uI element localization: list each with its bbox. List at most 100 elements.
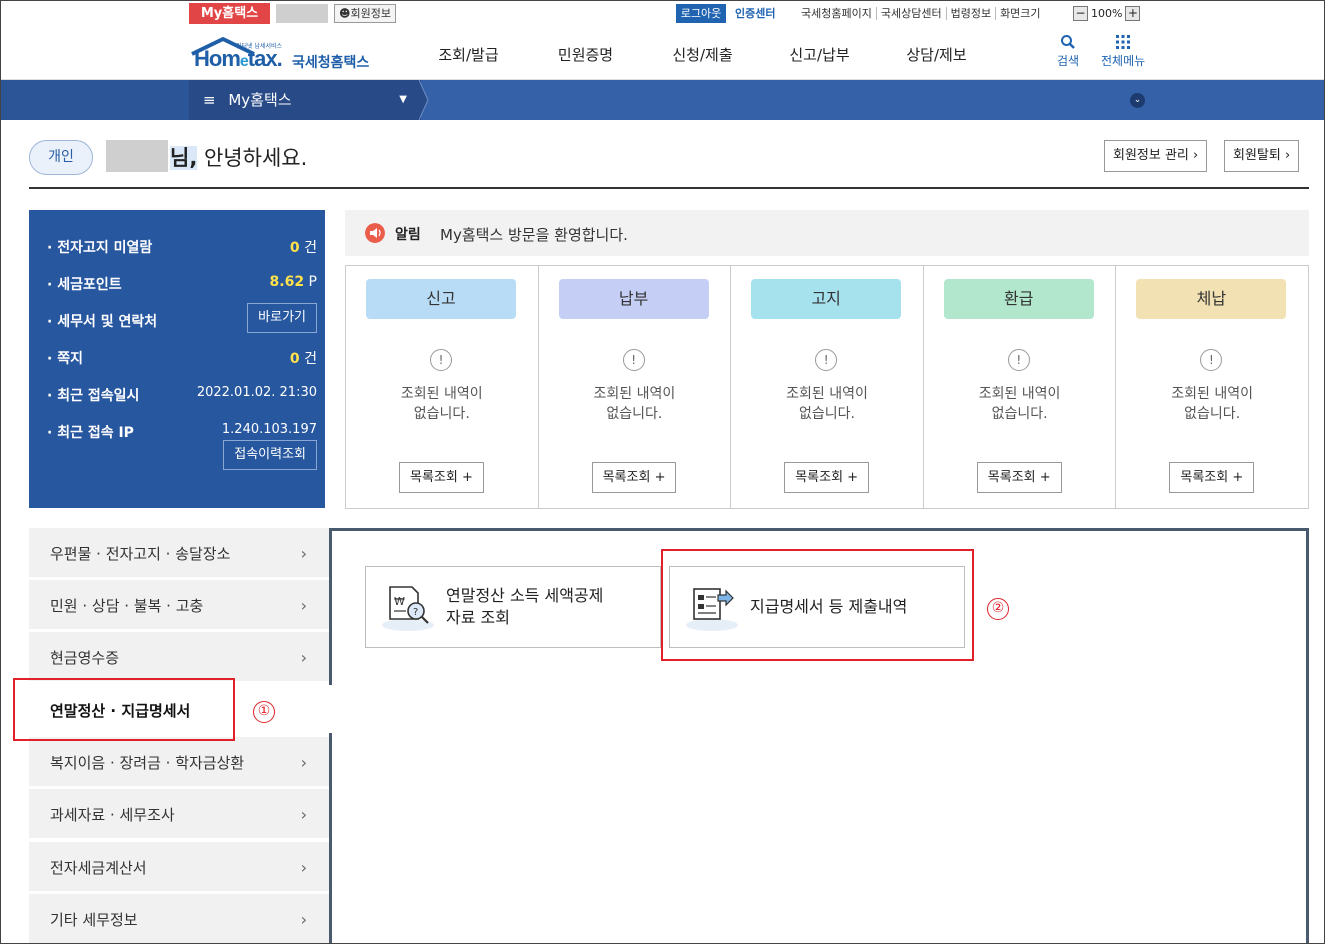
search-button[interactable]: 검색 <box>1057 34 1079 69</box>
megaphone-icon <box>365 223 385 243</box>
greeting-message: 안녕하세요. <box>197 146 308 170</box>
gnb-consult[interactable]: 상담/제보 <box>878 26 995 80</box>
status-tag-refund[interactable]: 환급 <box>943 279 1094 319</box>
location-bar: ≡ My홈택스 ▼ ⌄ <box>0 80 1325 120</box>
zoom-in-button[interactable]: + <box>1125 6 1141 21</box>
gnb-filing[interactable]: 신고/납부 <box>761 26 878 80</box>
breadcrumb-separator-icon <box>419 80 429 120</box>
menu-item-tax-data[interactable]: 과세자료 · 세무조사 › <box>29 789 329 839</box>
location-bar-left <box>0 80 189 120</box>
member-manage-button[interactable]: 회원정보 관리 › <box>1104 140 1208 172</box>
gnb-certificates[interactable]: 민원증명 <box>527 26 644 80</box>
annotation-box-card <box>661 549 974 661</box>
my-hometax-tab[interactable]: My홈택스 <box>189 3 270 24</box>
year-end-deduction-card[interactable]: ₩ ? 연말정산 소득 세액공제 자료 조회 <box>365 566 661 648</box>
chevron-right-icon: › <box>300 753 307 772</box>
zoom-control: − 100% + <box>1073 5 1141 22</box>
all-menu-label: 전체메뉴 <box>1101 54 1146 68</box>
e-notice-count[interactable]: 0 건 <box>290 237 317 257</box>
law-info-link[interactable]: 법령정보 <box>945 7 996 20</box>
chevron-right-icon: › <box>300 805 307 824</box>
chevron-right-icon: › <box>300 648 307 667</box>
consult-center-link[interactable]: 국세상담센터 <box>875 7 946 20</box>
annotation-box-menu <box>13 678 235 741</box>
status-tag-notice[interactable]: 고지 <box>751 279 902 319</box>
utility-bar: My홈택스 ☻회원정보 로그아웃 인증센터 국세청홈페이지 국세상담센터 법령정보 화… <box>0 0 1325 26</box>
greeting-text: 님, 안녕하세요. <box>170 142 307 172</box>
withdraw-button[interactable]: 회원탈퇴 › <box>1224 140 1300 172</box>
honorific: 님, <box>170 146 198 170</box>
login-history-button[interactable]: 접속이력조회 <box>223 440 317 470</box>
empty-message: 조회된 내역이 없습니다. <box>786 386 868 422</box>
grid-menu-icon <box>1116 35 1131 49</box>
tax-status-panel: 신고 ! 조회된 내역이 없습니다. 목록조회 + 납부 ! 조회된 내역이 없습니… <box>345 265 1309 509</box>
gnb-inquiry[interactable]: 조회/발급 <box>410 26 527 80</box>
menu-item-civil-consult[interactable]: 민원 · 상담 · 불복 · 고충 › <box>29 580 329 630</box>
notice-message: My홈택스 방문을 환영합니다. <box>440 226 628 244</box>
svg-text:?: ? <box>413 607 418 618</box>
nts-homepage-link[interactable]: 국세청홈페이지 <box>797 7 876 20</box>
account-info-panel: · 전자고지 미열람 0 건 · 세금포인트 8.62 P · 세무서 및 연락… <box>29 210 325 508</box>
location-select[interactable]: ≡ My홈택스 ▼ <box>189 80 421 120</box>
empty-message: 조회된 내역이 없습니다. <box>1171 386 1254 422</box>
logo-brand: Hometax. <box>194 46 283 71</box>
chevron-right-icon: › <box>300 858 307 877</box>
zoom-out-button[interactable]: − <box>1073 6 1088 21</box>
empty-message: 조회된 내역이 없습니다. <box>400 386 483 422</box>
search-icon <box>1061 35 1075 49</box>
annotation-number-1: ① <box>253 701 275 723</box>
list-view-button[interactable]: 목록조회 + <box>1169 462 1255 493</box>
active-tab-connector <box>326 685 334 733</box>
hometax-logo[interactable]: 인터넷 납세서비스 Hometax. 국세청홈택스 <box>188 30 378 76</box>
logo-korean-name: 국세청홈택스 <box>292 55 370 71</box>
empty-message: 조회된 내역이 없습니다. <box>593 386 676 422</box>
menu-item-e-invoice[interactable]: 전자세금계산서 › <box>29 842 329 892</box>
warning-icon: ! <box>815 349 838 371</box>
all-menu-button[interactable]: 전체메뉴 <box>1101 34 1145 69</box>
logout-button[interactable]: 로그아웃 <box>676 4 726 23</box>
empty-message: 조회된 내역이 없습니다. <box>978 386 1061 422</box>
status-box-arrears: 체납 ! 조회된 내역이 없습니다. 목록조회 + <box>1116 266 1308 508</box>
receipt-search-icon: ₩ ? <box>382 586 434 631</box>
status-tag-payment[interactable]: 납부 <box>558 279 709 319</box>
warning-icon: ! <box>1007 349 1030 371</box>
member-info-label: 회원정보 <box>350 7 391 20</box>
chevron-right-icon: › <box>300 544 307 563</box>
tax-points-value[interactable]: 8.62 P <box>270 274 317 290</box>
menu-item-other-tax-info[interactable]: 기타 세무정보 › <box>29 894 329 944</box>
hamburger-icon: ≡ <box>203 91 216 109</box>
warning-icon: ! <box>622 349 645 371</box>
svg-text:₩: ₩ <box>394 595 405 608</box>
menu-item-mail-enotice[interactable]: 우편물 · 전자고지 · 송달장소 › <box>29 528 329 578</box>
location-label: My홈택스 <box>228 91 292 109</box>
status-tag-arrears[interactable]: 체납 <box>1136 279 1287 319</box>
list-view-button[interactable]: 목록조회 + <box>399 462 484 493</box>
status-box-notice: 고지 ! 조회된 내역이 없습니다. 목록조회 + <box>731 266 924 508</box>
list-view-button[interactable]: 목록조회 + <box>784 462 870 493</box>
member-info-button[interactable]: ☻회원정보 <box>334 4 396 23</box>
menu-item-welfare[interactable]: 복지이음 · 장려금 · 학자금상환 › <box>29 737 329 787</box>
status-box-payment: 납부 ! 조회된 내역이 없습니다. 목록조회 + <box>539 266 732 508</box>
menu-item-cash-receipt[interactable]: 현금영수증 › <box>29 632 329 682</box>
cert-center-link[interactable]: 인증센터 <box>735 4 775 23</box>
expand-circle-icon[interactable]: ⌄ <box>1130 93 1145 108</box>
tax-office-shortcut-button[interactable]: 바로가기 <box>247 303 317 333</box>
user-type-badge: 개인 <box>29 140 93 175</box>
list-view-button[interactable]: 목록조회 + <box>591 462 677 493</box>
global-nav: 조회/발급 민원증명 신청/제출 신고/납부 상담/제보 <box>410 26 995 80</box>
chevron-right-icon: › <box>300 910 307 929</box>
zoom-level: 100% <box>1091 7 1123 20</box>
notice-label: 알림 <box>395 227 421 243</box>
notice-bar: 알림 My홈택스 방문을 환영합니다. <box>345 210 1309 256</box>
greeting-divider <box>29 187 1309 189</box>
notes-count[interactable]: 0 건 <box>290 348 317 368</box>
status-box-filing: 신고 ! 조회된 내역이 없습니다. 목록조회 + <box>346 266 539 508</box>
gnb-application[interactable]: 신청/제출 <box>644 26 761 80</box>
warning-icon: ! <box>430 349 452 371</box>
last-login-value: 2022.01.02. 21:30 <box>196 385 317 400</box>
user-icon: ☻ <box>339 7 351 20</box>
list-view-button[interactable]: 목록조회 + <box>976 462 1062 493</box>
status-tag-filing[interactable]: 신고 <box>366 279 516 319</box>
annotation-number-2: ② <box>987 598 1009 620</box>
util-links: 국세청홈페이지 국세상담센터 법령정보 화면크기 <box>797 4 1045 23</box>
